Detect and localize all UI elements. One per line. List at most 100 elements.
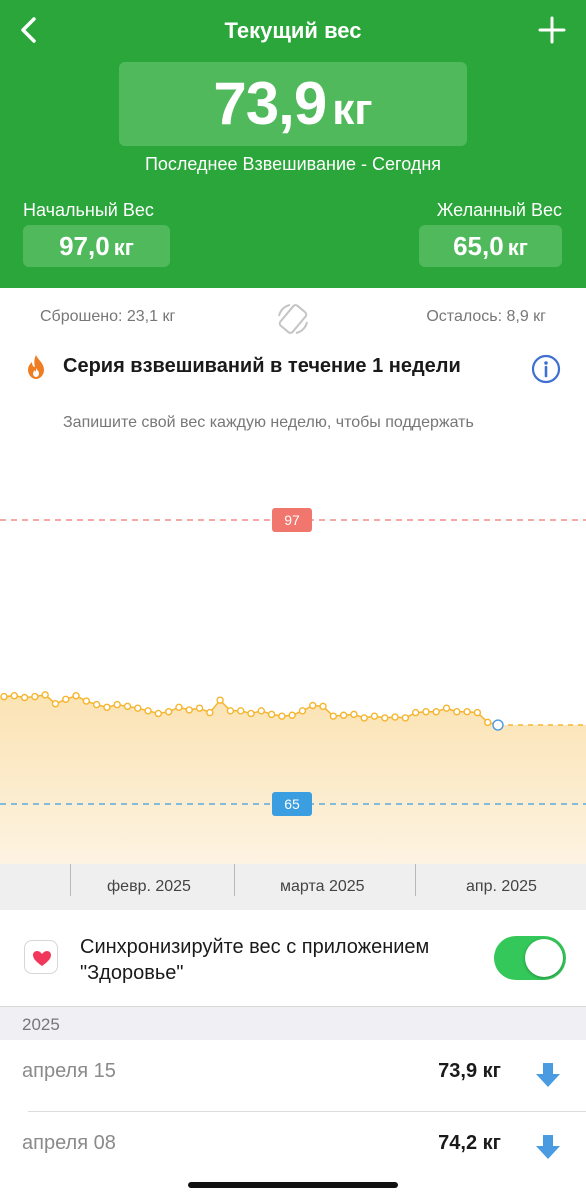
goal-line-label: 65 [284, 796, 300, 812]
latest-weight-point[interactable] [492, 719, 504, 731]
weight-point[interactable] [350, 710, 358, 719]
weight-point[interactable] [195, 704, 204, 712]
weight-entry-row[interactable]: апреля 08 74,2 кг [0, 1112, 586, 1184]
weight-chart[interactable]: 97 65 [0, 440, 586, 864]
weight-point[interactable] [82, 697, 91, 705]
weight-point[interactable] [113, 700, 121, 709]
weight-point[interactable] [370, 712, 379, 720]
axis-tick [415, 864, 416, 896]
weight-point[interactable] [154, 709, 163, 718]
weight-point[interactable] [164, 708, 173, 716]
weight-point[interactable] [442, 704, 451, 712]
chart-x-axis: февр. 2025 марта 2025 апр. 2025 [0, 864, 586, 910]
axis-tick [70, 864, 71, 896]
weight-point[interactable] [123, 702, 132, 711]
weight-point[interactable] [51, 700, 60, 708]
weight-point[interactable] [401, 714, 410, 722]
weight-point[interactable] [72, 692, 80, 700]
weight-point[interactable] [473, 708, 482, 717]
weight-point[interactable] [319, 702, 327, 711]
weight-point[interactable] [391, 713, 399, 721]
x-axis-label: апр. 2025 [466, 878, 537, 895]
weight-point[interactable] [360, 714, 368, 722]
weight-point[interactable] [134, 704, 142, 712]
weight-point[interactable] [216, 696, 224, 704]
start-weight-label: Начальный Вес [23, 200, 154, 220]
health-sync-label: Синхронизируйте вес с приложением "Здоро… [80, 936, 430, 984]
plus-icon [538, 16, 566, 44]
toggle-knob [525, 939, 563, 977]
weight-point[interactable] [484, 718, 492, 727]
arrow-down-icon [534, 1060, 562, 1090]
weight-point[interactable] [103, 703, 111, 711]
weight-point[interactable] [62, 695, 70, 703]
weight-point[interactable] [267, 710, 276, 719]
current-weight-value: 73,9 [213, 70, 327, 137]
streak-description: Запишите свой вес каждую неделю, чтобы п… [63, 414, 474, 440]
goal-weight-unit: кг [507, 235, 528, 260]
weight-lost-text: Сброшено: 23,1 кг [40, 308, 176, 325]
weight-point[interactable] [144, 707, 152, 715]
x-axis-label: марта 2025 [280, 878, 365, 895]
current-weight-unit: кг [332, 85, 373, 134]
weight-point[interactable] [432, 708, 440, 716]
weight-point[interactable] [422, 708, 430, 716]
weight-point[interactable] [185, 706, 193, 714]
goal-line-badge: 65 [272, 792, 312, 816]
weight-point[interactable] [329, 712, 338, 720]
weight-point[interactable] [298, 707, 307, 715]
weight-chart-svg: 97 65 [0, 508, 586, 864]
weight-point[interactable] [411, 708, 420, 717]
page-title: Текущий вес [224, 18, 362, 43]
year-label: 2025 [22, 1015, 60, 1034]
weight-entry-row[interactable]: апреля 15 73,9 кг [0, 1040, 586, 1112]
start-weight-unit: кг [113, 235, 134, 260]
weight-point[interactable] [453, 708, 461, 716]
add-weight-button[interactable] [534, 12, 570, 48]
weight-point[interactable] [309, 701, 317, 710]
flame-icon [24, 354, 48, 380]
weight-point[interactable] [175, 703, 183, 711]
weight-remaining-text: Осталось: 8,9 кг [426, 308, 546, 325]
weight-point[interactable] [20, 693, 29, 702]
weigh-in-streak-card[interactable]: Серия взвешиваний в течение 1 недели Зап… [0, 344, 586, 440]
weight-point[interactable] [381, 714, 389, 722]
weight-point[interactable] [226, 707, 235, 715]
weight-point[interactable] [278, 712, 286, 720]
weight-point[interactable] [288, 711, 296, 719]
weight-point[interactable] [237, 707, 245, 715]
weight-point[interactable] [206, 708, 214, 717]
streak-title: Серия взвешиваний в течение 1 недели [63, 355, 461, 377]
health-sync-toggle[interactable] [494, 936, 566, 980]
weight-point[interactable] [257, 707, 265, 715]
goal-weight-label: Желанный Вес [436, 200, 562, 220]
goal-weight-value: 65,0 [453, 231, 504, 261]
entry-date: апреля 08 [22, 1132, 116, 1154]
info-icon[interactable] [531, 354, 561, 384]
entry-date: апреля 15 [22, 1060, 116, 1082]
year-section-header: 2025 [0, 1006, 586, 1040]
home-indicator [188, 1182, 398, 1188]
last-weigh-in-text: Последнее Взвешивание - Сегодня [144, 154, 441, 174]
weight-point[interactable] [31, 692, 39, 701]
rotate-screen-icon[interactable] [276, 302, 310, 336]
weight-point[interactable] [339, 711, 348, 719]
start-weight-value: 97,0 [59, 231, 110, 261]
health-app-icon [24, 940, 58, 974]
weight-point[interactable] [41, 691, 49, 699]
weight-point[interactable] [10, 692, 18, 700]
weight-point[interactable] [463, 708, 471, 716]
goal-weight-button[interactable]: 65,0 кг [419, 225, 562, 267]
weight-point[interactable] [247, 709, 255, 718]
weight-point[interactable] [0, 692, 8, 701]
start-line-badge: 97 [272, 508, 312, 532]
start-weight-button[interactable]: 97,0 кг [23, 225, 170, 267]
arrow-down-icon [534, 1132, 562, 1162]
health-sync-row: Синхронизируйте вес с приложением "Здоро… [0, 910, 586, 1006]
start-line-label: 97 [284, 512, 300, 528]
current-weight-box[interactable]: 73,9 кг [119, 62, 467, 146]
x-axis-label: февр. 2025 [107, 878, 191, 895]
progress-stats: Сброшено: 23,1 кг Осталось: 8,9 кг [0, 288, 586, 344]
weight-point[interactable] [92, 700, 101, 709]
entry-weight: 73,9 кг [438, 1060, 501, 1082]
